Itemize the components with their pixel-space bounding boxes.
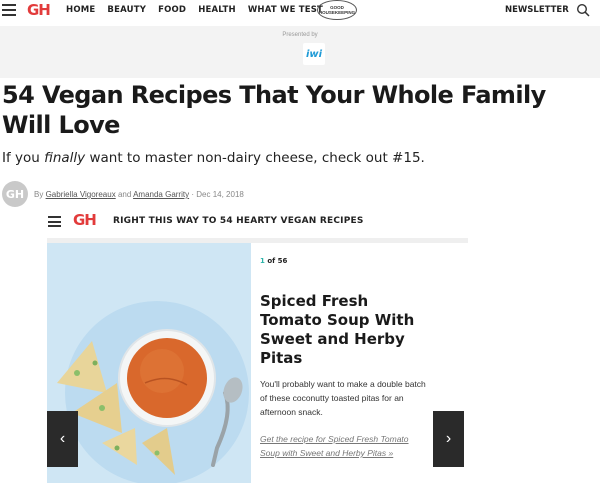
author-link-1[interactable]: Gabriella Vigoreaux xyxy=(46,190,116,199)
gallery-title: RIGHT THIS WAY TO 54 HEARTY VEGAN RECIPE… xyxy=(113,216,364,226)
dek-suffix: want to master non-dairy cheese, check o… xyxy=(85,150,425,166)
nav-item-beauty[interactable]: BEAUTY xyxy=(107,5,146,15)
newsletter-link[interactable]: NEWSLETTER xyxy=(505,5,569,15)
dek-emphasis: finally xyxy=(44,150,86,166)
slide-counter-current: 1 xyxy=(260,257,265,265)
gallery-menu-icon[interactable] xyxy=(48,216,61,227)
author-avatar: GH xyxy=(2,181,28,207)
slide-recipe-link[interactable]: Get the recipe for Spiced Fresh Tomato S… xyxy=(260,432,430,460)
byline: By Gabriella Vigoreaux and Amanda Garrit… xyxy=(34,190,244,199)
gallery-header: GH RIGHT THIS WAY TO 54 HEARTY VEGAN REC… xyxy=(47,208,468,236)
sponsor-band: Presented by iwi xyxy=(0,26,600,78)
byline-by: By xyxy=(34,190,44,199)
nav-items: HOME BEAUTY FOOD HEALTH WHAT WE TEST xyxy=(66,5,323,15)
dek-prefix: If you xyxy=(2,150,45,166)
byline-separator: · xyxy=(191,190,195,199)
nav-item-what-we-test[interactable]: WHAT WE TEST xyxy=(248,5,323,15)
slide-title: Spiced Fresh Tomato Soup With Sweet and … xyxy=(260,292,415,367)
gallery-gh-logo[interactable]: GH xyxy=(73,211,97,229)
article-dek: If you finally want to master non-dairy … xyxy=(2,150,425,166)
nav-item-food[interactable]: FOOD xyxy=(158,5,186,15)
next-slide-button[interactable]: › xyxy=(433,411,464,467)
seal-bottom-text: HOUSEKEEPING xyxy=(318,10,356,15)
slide-description: You'll probably want to make a double ba… xyxy=(260,379,426,417)
good-housekeeping-seal[interactable]: GOOD HOUSEKEEPING xyxy=(317,0,357,20)
slide-counter-total: of 56 xyxy=(267,257,288,265)
presented-by-label: Presented by xyxy=(282,32,318,38)
author-link-2[interactable]: Amanda Garrity xyxy=(133,190,189,199)
search-icon[interactable] xyxy=(576,3,590,17)
article-headline: 54 Vegan Recipes That Your Whole Family … xyxy=(2,81,546,139)
gh-logo[interactable]: GH xyxy=(27,1,51,19)
nav-item-health[interactable]: HEALTH xyxy=(198,5,236,15)
slide-counter: 1 of 56 xyxy=(260,257,287,265)
prev-slide-button[interactable]: ‹ xyxy=(47,411,78,467)
publish-date: Dec 14, 2018 xyxy=(196,190,244,199)
byline-and: and xyxy=(117,190,132,199)
sponsor-logo[interactable]: iwi xyxy=(303,43,325,65)
nav-item-home[interactable]: HOME xyxy=(66,5,95,15)
top-nav: GH HOME BEAUTY FOOD HEALTH WHAT WE TEST … xyxy=(0,0,600,22)
menu-icon[interactable] xyxy=(2,4,16,16)
